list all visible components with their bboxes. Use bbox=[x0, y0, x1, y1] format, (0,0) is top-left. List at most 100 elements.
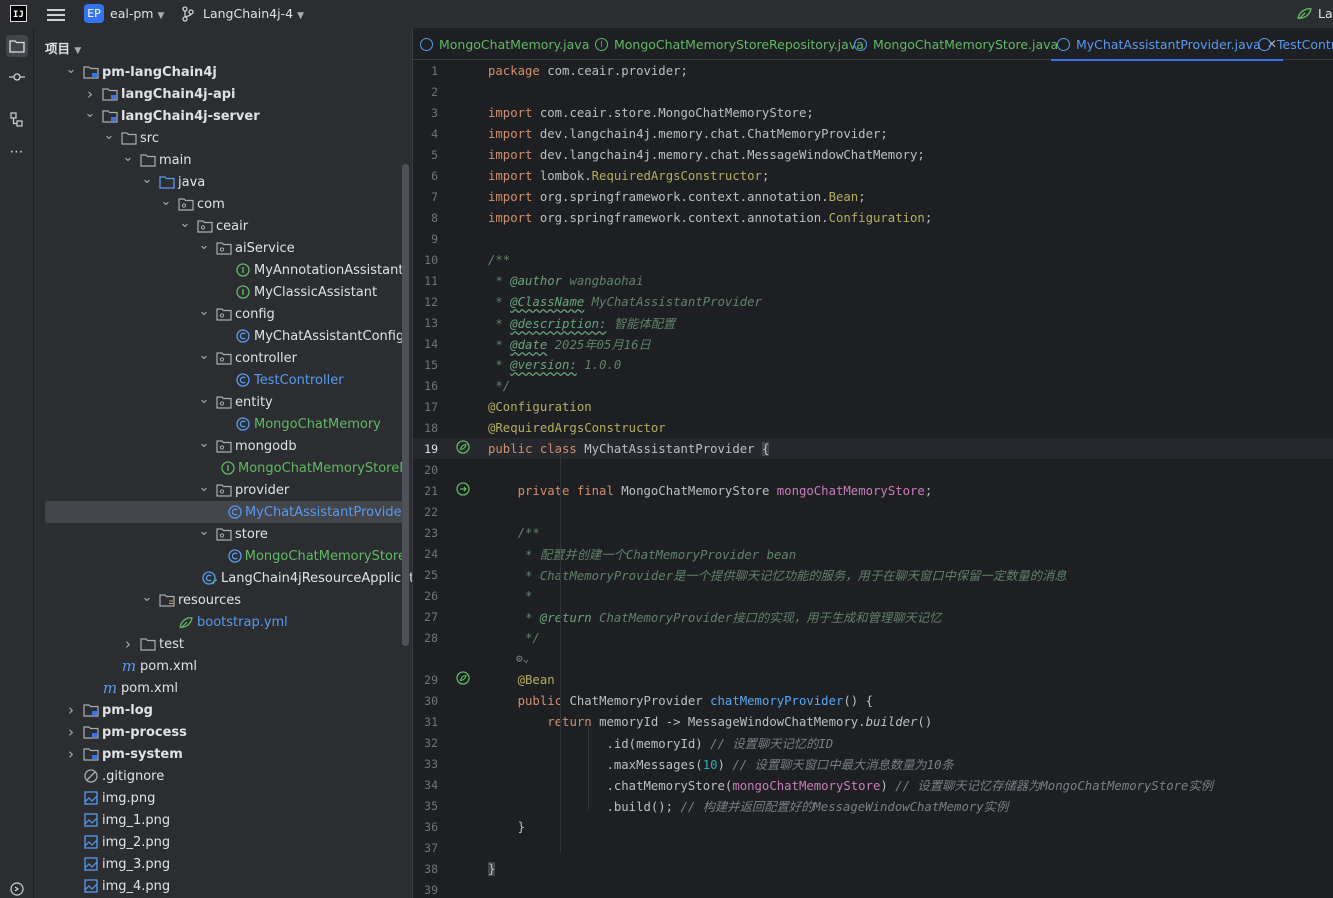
project-panel-title[interactable]: 项目 ▼ bbox=[45, 38, 81, 57]
line-number[interactable]: 29 bbox=[413, 673, 438, 687]
tree-item[interactable]: ⌄ controller bbox=[34, 347, 406, 369]
code-line[interactable]: 6 import lombok.RequiredArgsConstructor; bbox=[413, 165, 1333, 186]
intellij-logo-icon[interactable]: IJ bbox=[10, 5, 27, 22]
chevron-right-icon[interactable]: › bbox=[64, 701, 78, 719]
chevron-down-icon[interactable]: ⌄ bbox=[178, 216, 192, 231]
line-number[interactable]: 14 bbox=[413, 337, 438, 351]
chevron-down-icon[interactable]: ⌄ bbox=[64, 62, 78, 77]
line-number[interactable]: 24 bbox=[413, 547, 438, 561]
tree-item-selected[interactable]: MyChatAssistantProvider bbox=[45, 501, 407, 523]
tree-item[interactable]: MyClassicAssistant bbox=[34, 281, 406, 303]
tree-item[interactable]: img_3.png bbox=[34, 853, 406, 875]
code-line[interactable]: 12 * @ClassName MyChatAssistantProvider bbox=[413, 291, 1333, 312]
run-config-icon[interactable] bbox=[1296, 6, 1314, 26]
code-line[interactable]: 9 bbox=[413, 228, 1333, 249]
editor-tab[interactable]: TestContro bbox=[1258, 28, 1333, 60]
line-number[interactable]: 30 bbox=[413, 694, 438, 708]
run-config-label[interactable]: Lar bbox=[1318, 6, 1333, 21]
tree-item[interactable]: img_4.png bbox=[34, 875, 406, 897]
line-number[interactable]: 5 bbox=[413, 148, 438, 162]
project-badge[interactable]: EP bbox=[84, 4, 104, 23]
line-number[interactable]: 36 bbox=[413, 820, 438, 834]
code-line[interactable]: 19 public class MyChatAssistantProvider { bbox=[413, 438, 1333, 459]
line-number[interactable]: 16 bbox=[413, 379, 438, 393]
chevron-down-icon[interactable]: ⌄ bbox=[197, 436, 211, 451]
line-number[interactable]: 12 bbox=[413, 295, 438, 309]
code-line[interactable]: 26 * bbox=[413, 585, 1333, 606]
code-line[interactable]: 14 * @date 2025年05月16日 bbox=[413, 333, 1333, 354]
main-menu-icon[interactable] bbox=[47, 6, 65, 22]
line-number[interactable]: 22 bbox=[413, 505, 438, 519]
code-line[interactable]: 18 @RequiredArgsConstructor bbox=[413, 417, 1333, 438]
line-number[interactable]: 35 bbox=[413, 799, 438, 813]
tree-item[interactable]: MongoChatMemory bbox=[34, 413, 406, 435]
tree-item[interactable]: ⌄ mongodb bbox=[34, 435, 406, 457]
tree-item[interactable]: ⌄ store bbox=[34, 523, 406, 545]
line-number[interactable]: 28 bbox=[413, 631, 438, 645]
chevron-down-icon[interactable]: ⌄ bbox=[197, 304, 211, 319]
line-number[interactable]: 26 bbox=[413, 589, 438, 603]
editor-tab[interactable]: MongoChatMemory.java bbox=[420, 28, 589, 60]
line-number[interactable]: 6 bbox=[413, 169, 438, 183]
chevron-down-icon[interactable]: ⌄ bbox=[197, 392, 211, 407]
code-line[interactable]: 30 public ChatMemoryProvider chatMemoryP… bbox=[413, 690, 1333, 711]
line-number[interactable]: 34 bbox=[413, 778, 438, 792]
inlay-hint-icon[interactable]: ⚙⌄ bbox=[488, 652, 529, 665]
spring-bean-icon[interactable] bbox=[456, 440, 470, 457]
code-line[interactable]: 8 import org.springframework.context.anno… bbox=[413, 207, 1333, 228]
tree-item[interactable]: ⌄ aiService bbox=[34, 237, 406, 259]
code-line[interactable]: 36 } bbox=[413, 816, 1333, 837]
tree-item[interactable]: ⌄ src bbox=[34, 127, 406, 149]
code-line[interactable]: 3 import com.ceair.store.MongoChatMemoryS… bbox=[413, 102, 1333, 123]
project-folder-icon[interactable] bbox=[6, 35, 28, 57]
tree-item[interactable]: MyChatAssistantConfig bbox=[34, 325, 406, 347]
tree-item[interactable]: › pm-process bbox=[34, 721, 406, 743]
line-number[interactable]: 23 bbox=[413, 526, 438, 540]
tree-item[interactable]: bootstrap.yml bbox=[34, 611, 406, 633]
tree-item[interactable]: ⌄ ceair bbox=[34, 215, 406, 237]
line-number[interactable]: 21 bbox=[413, 484, 438, 498]
code-line[interactable]: 22 bbox=[413, 501, 1333, 522]
chevron-right-icon[interactable]: › bbox=[121, 635, 135, 653]
tree-item[interactable]: ⌄ pm-langChain4j bbox=[34, 61, 406, 83]
code-line[interactable]: 16 */ bbox=[413, 375, 1333, 396]
chevron-right-icon[interactable]: › bbox=[64, 723, 78, 741]
chevron-down-icon[interactable]: ⌄ bbox=[197, 348, 211, 363]
chevron-down-icon[interactable]: ⌄ bbox=[83, 106, 97, 121]
branch-switcher[interactable]: LangChain4j-4 ▼ bbox=[203, 6, 304, 21]
line-number[interactable]: 20 bbox=[413, 463, 438, 477]
tree-item[interactable]: › langChain4j-api bbox=[34, 83, 406, 105]
line-number[interactable]: 8 bbox=[413, 211, 438, 225]
line-number[interactable]: 17 bbox=[413, 400, 438, 414]
commit-icon[interactable] bbox=[6, 66, 28, 88]
project-scrollbar[interactable] bbox=[402, 164, 409, 646]
tree-item[interactable]: ⌄ config bbox=[34, 303, 406, 325]
line-number[interactable]: 9 bbox=[413, 232, 438, 246]
spring-inject-icon[interactable] bbox=[456, 482, 470, 499]
tree-item[interactable]: .gitignore bbox=[34, 765, 406, 787]
code-line[interactable]: 11 * @author wangbaohai bbox=[413, 270, 1333, 291]
line-number[interactable]: 38 bbox=[413, 862, 438, 876]
line-number[interactable]: 39 bbox=[413, 883, 438, 897]
tree-item[interactable]: › pm-system bbox=[34, 743, 406, 765]
tree-item[interactable]: TestController bbox=[34, 369, 406, 391]
code-line[interactable]: 13 * @description: 智能体配置 bbox=[413, 312, 1333, 333]
code-line[interactable]: 20 bbox=[413, 459, 1333, 480]
editor-tab[interactable]: I MongoChatMemoryStoreRepository.java bbox=[595, 28, 864, 60]
line-number[interactable]: 25 bbox=[413, 568, 438, 582]
more-tools-icon[interactable]: ⋯ bbox=[6, 141, 28, 163]
chevron-down-icon[interactable]: ⌄ bbox=[140, 172, 154, 187]
line-number[interactable]: 27 bbox=[413, 610, 438, 624]
line-number[interactable]: 15 bbox=[413, 358, 438, 372]
line-number[interactable]: 1 bbox=[413, 64, 438, 78]
code-line[interactable]: 5 import dev.langchain4j.memory.chat.Mess… bbox=[413, 144, 1333, 165]
tree-item[interactable]: MongoChatMemoryStoreR bbox=[34, 457, 408, 479]
code-line[interactable]: 17 @Configuration bbox=[413, 396, 1333, 417]
tree-item[interactable]: ⌄ com bbox=[34, 193, 406, 215]
project-switcher[interactable]: eal-pm ▼ bbox=[110, 6, 164, 21]
line-number[interactable]: 13 bbox=[413, 316, 438, 330]
line-number[interactable]: 31 bbox=[413, 715, 438, 729]
chevron-down-icon[interactable]: ⌄ bbox=[140, 590, 154, 605]
code-line[interactable]: 35 .build(); // 构建并返回配置好的MessageWindowCh… bbox=[413, 795, 1333, 816]
code-line[interactable]: 21 private final MongoChatMemoryStore mo… bbox=[413, 480, 1333, 501]
